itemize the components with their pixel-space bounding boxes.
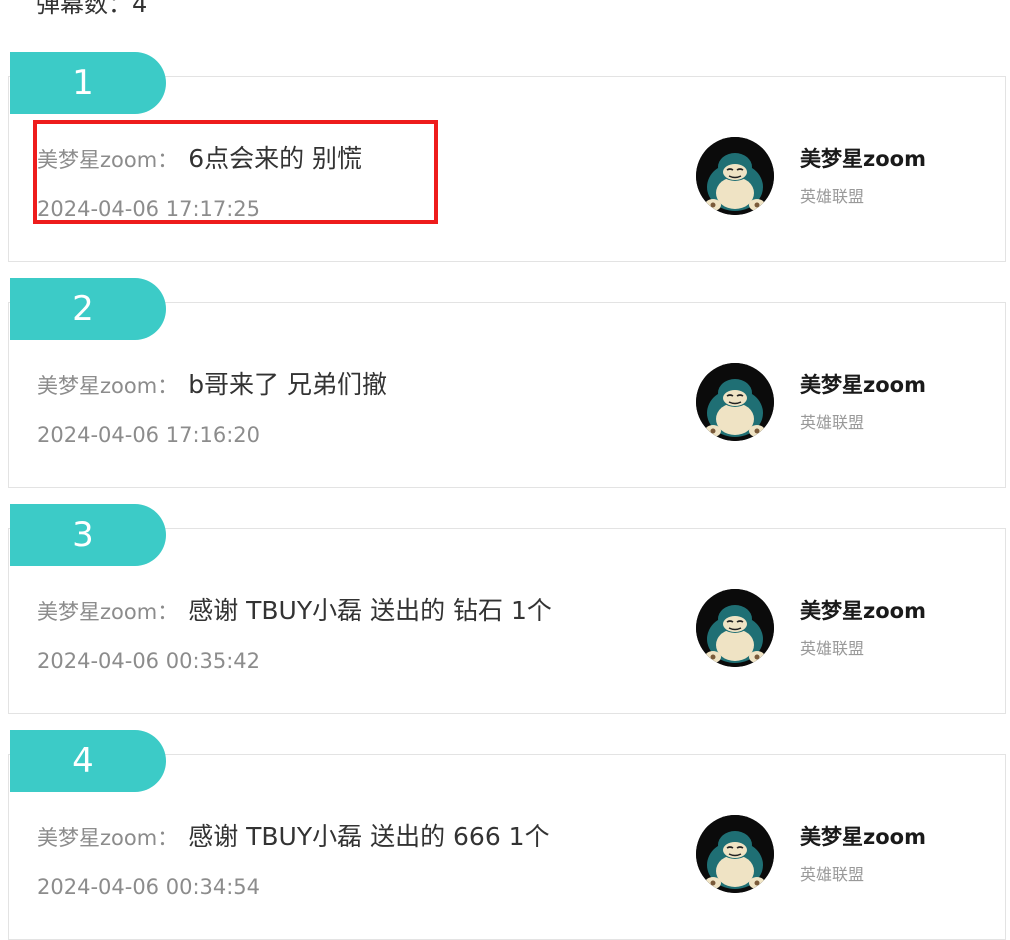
- message-index-badge: 1: [10, 52, 166, 114]
- message-sender: 美梦星zoom: [37, 600, 158, 624]
- user-name[interactable]: 美梦星zoom: [800, 595, 926, 625]
- message-index-badge: 4: [10, 730, 166, 792]
- message-separator: ：: [157, 826, 179, 850]
- message-separator: ：: [157, 374, 179, 398]
- user-game: 英雄联盟: [800, 865, 865, 884]
- user-name[interactable]: 美梦星zoom: [800, 369, 926, 399]
- user-name[interactable]: 美梦星zoom: [800, 143, 926, 173]
- snorlax-avatar-icon[interactable]: [696, 137, 774, 215]
- message-text: 感谢 TBUY小磊 送出的 钻石 1个: [188, 596, 552, 625]
- message-text: 感谢 TBUY小磊 送出的 666 1个: [188, 822, 550, 851]
- message-line: 美梦星zoom ： 感谢 TBUY小磊 送出的 666 1个: [37, 817, 550, 853]
- user-game: 英雄联盟: [800, 639, 865, 658]
- user-game: 英雄联盟: [800, 187, 865, 206]
- message-sender: 美梦星zoom: [37, 826, 158, 850]
- message-index-badge: 2: [10, 278, 166, 340]
- message-index-badge: 3: [10, 504, 166, 566]
- user-name[interactable]: 美梦星zoom: [800, 821, 926, 851]
- user-game: 英雄联盟: [800, 413, 865, 432]
- danmaku-count: 弹幕数：4: [36, 0, 148, 18]
- highlight-annotation: [33, 120, 438, 224]
- message-line: 美梦星zoom ： b哥来了 兄弟们撤: [37, 365, 387, 401]
- snorlax-avatar-icon[interactable]: [696, 589, 774, 667]
- message-line: 美梦星zoom ： 感谢 TBUY小磊 送出的 钻石 1个: [37, 591, 552, 627]
- snorlax-avatar-icon[interactable]: [696, 363, 774, 441]
- message-text: b哥来了 兄弟们撤: [188, 370, 388, 399]
- message-sender: 美梦星zoom: [37, 374, 158, 398]
- message-time: 2024-04-06 00:34:54: [37, 875, 261, 899]
- message-time: 2024-04-06 00:35:42: [37, 649, 261, 673]
- message-separator: ：: [157, 600, 179, 624]
- message-time: 2024-04-06 17:16:20: [37, 423, 261, 447]
- snorlax-avatar-icon[interactable]: [696, 815, 774, 893]
